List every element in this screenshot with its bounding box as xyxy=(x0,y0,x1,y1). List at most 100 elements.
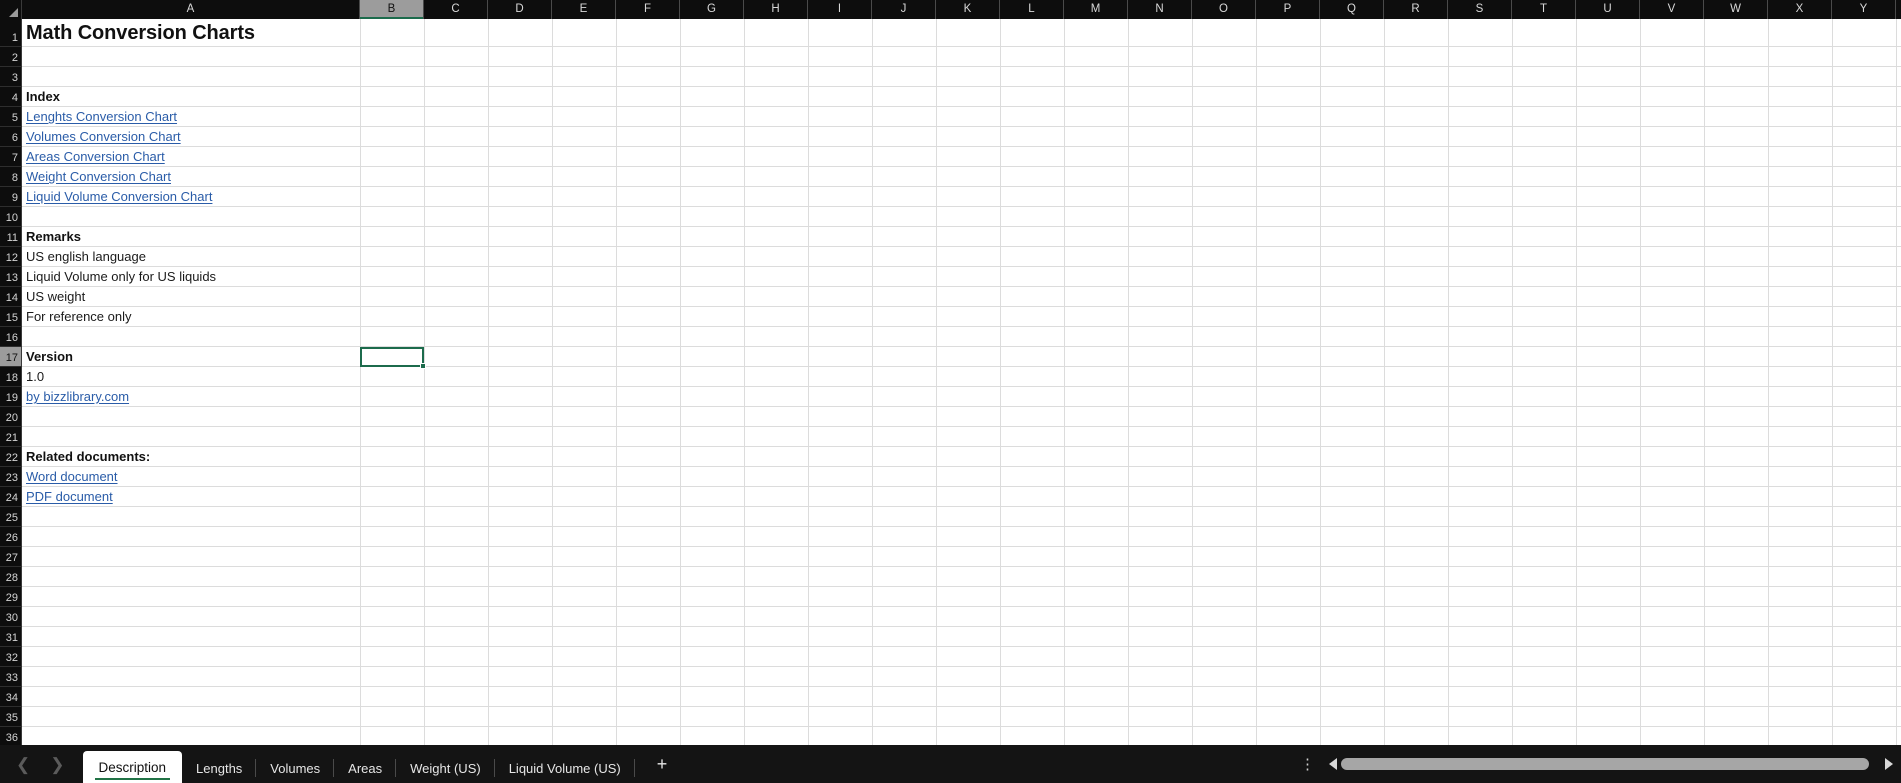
cell-a5[interactable]: Lenghts Conversion Chart xyxy=(26,109,177,124)
row-header-2[interactable]: 2 xyxy=(0,47,22,67)
column-header-r[interactable]: R xyxy=(1384,0,1448,19)
grid-row-17[interactable]: Version xyxy=(22,347,1901,367)
row-header-22[interactable]: 22 xyxy=(0,447,22,467)
grid-row-2[interactable] xyxy=(22,47,1901,67)
column-header-z-partial[interactable] xyxy=(1896,0,1901,19)
column-header-d[interactable]: D xyxy=(488,0,552,19)
row-header-8[interactable]: 8 xyxy=(0,167,22,187)
grid-row-3[interactable] xyxy=(22,67,1901,87)
cell-a7[interactable]: Areas Conversion Chart xyxy=(26,149,165,164)
grid-row-8[interactable]: Weight Conversion Chart xyxy=(22,167,1901,187)
column-header-y[interactable]: Y xyxy=(1832,0,1896,19)
chevron-right-icon[interactable]: ❯ xyxy=(50,756,64,773)
horizontal-scrollbar-thumb[interactable] xyxy=(1341,758,1869,770)
select-all-corner[interactable] xyxy=(0,0,22,19)
row-header-19[interactable]: 19 xyxy=(0,387,22,407)
row-header-3[interactable]: 3 xyxy=(0,67,22,87)
column-header-a[interactable]: A xyxy=(22,0,360,19)
kebab-menu-icon[interactable]: ⋮ xyxy=(1286,757,1329,772)
row-header-34[interactable]: 34 xyxy=(0,687,22,707)
grid-row-32[interactable] xyxy=(22,647,1901,667)
scroll-right-arrow-icon[interactable] xyxy=(1885,758,1893,770)
scroll-left-arrow-icon[interactable] xyxy=(1329,758,1337,770)
sheet-tab-volumes[interactable]: Volumes xyxy=(256,753,335,783)
grid-row-29[interactable] xyxy=(22,587,1901,607)
column-header-c[interactable]: C xyxy=(424,0,488,19)
column-header-x[interactable]: X xyxy=(1768,0,1832,19)
row-header-23[interactable]: 23 xyxy=(0,467,22,487)
row-header-26[interactable]: 26 xyxy=(0,527,22,547)
row-header-9[interactable]: 9 xyxy=(0,187,22,207)
row-header-28[interactable]: 28 xyxy=(0,567,22,587)
column-header-n[interactable]: N xyxy=(1128,0,1192,19)
row-header-13[interactable]: 13 xyxy=(0,267,22,287)
column-header-j[interactable]: J xyxy=(872,0,936,19)
grid-row-23[interactable]: Word document xyxy=(22,467,1901,487)
grid-row-1[interactable]: Math Conversion Charts xyxy=(22,19,1901,47)
cell-a19[interactable]: by bizzlibrary.com xyxy=(26,389,129,404)
grid-row-5[interactable]: Lenghts Conversion Chart xyxy=(22,107,1901,127)
row-header-7[interactable]: 7 xyxy=(0,147,22,167)
grid-row-22[interactable]: Related documents: xyxy=(22,447,1901,467)
horizontal-scrollbar-track[interactable] xyxy=(1341,757,1881,771)
row-header-18[interactable]: 18 xyxy=(0,367,22,387)
grid-row-6[interactable]: Volumes Conversion Chart xyxy=(22,127,1901,147)
grid-row-10[interactable] xyxy=(22,207,1901,227)
grid-row-30[interactable] xyxy=(22,607,1901,627)
column-header-o[interactable]: O xyxy=(1192,0,1256,19)
grid-row-15[interactable]: For reference only xyxy=(22,307,1901,327)
add-sheet-button[interactable]: + xyxy=(635,749,690,779)
grid-row-11[interactable]: Remarks xyxy=(22,227,1901,247)
column-header-e[interactable]: E xyxy=(552,0,616,19)
row-header-27[interactable]: 27 xyxy=(0,547,22,567)
grid-row-27[interactable] xyxy=(22,547,1901,567)
row-header-16[interactable]: 16 xyxy=(0,327,22,347)
grid-row-33[interactable] xyxy=(22,667,1901,687)
cell-a9[interactable]: Liquid Volume Conversion Chart xyxy=(26,189,212,204)
row-header-11[interactable]: 11 xyxy=(0,227,22,247)
grid-row-28[interactable] xyxy=(22,567,1901,587)
column-header-h[interactable]: H xyxy=(744,0,808,19)
row-header-31[interactable]: 31 xyxy=(0,627,22,647)
grid-row-19[interactable]: by bizzlibrary.com xyxy=(22,387,1901,407)
row-header-29[interactable]: 29 xyxy=(0,587,22,607)
row-header-25[interactable]: 25 xyxy=(0,507,22,527)
row-header-36[interactable]: 36 xyxy=(0,727,22,745)
chevron-left-icon[interactable]: ❮ xyxy=(16,756,30,773)
row-header-20[interactable]: 20 xyxy=(0,407,22,427)
row-header-12[interactable]: 12 xyxy=(0,247,22,267)
sheet-tab-lengths[interactable]: Lengths xyxy=(182,753,257,783)
fill-handle[interactable] xyxy=(420,363,426,369)
grid-row-21[interactable] xyxy=(22,427,1901,447)
row-header-30[interactable]: 30 xyxy=(0,607,22,627)
column-header-k[interactable]: K xyxy=(936,0,1000,19)
sheet-tab-liquid-volume-us[interactable]: Liquid Volume (US) xyxy=(495,753,635,783)
row-header-14[interactable]: 14 xyxy=(0,287,22,307)
row-header-24[interactable]: 24 xyxy=(0,487,22,507)
column-header-b[interactable]: B xyxy=(360,0,424,19)
row-header-5[interactable]: 5 xyxy=(0,107,22,127)
column-header-q[interactable]: Q xyxy=(1320,0,1384,19)
cell-a8[interactable]: Weight Conversion Chart xyxy=(26,169,171,184)
row-header-1[interactable]: 1 xyxy=(0,19,22,47)
grid-row-31[interactable] xyxy=(22,627,1901,647)
grid-row-26[interactable] xyxy=(22,527,1901,547)
row-header-10[interactable]: 10 xyxy=(0,207,22,227)
grid-row-16[interactable] xyxy=(22,327,1901,347)
grid-row-4[interactable]: Index xyxy=(22,87,1901,107)
row-header-35[interactable]: 35 xyxy=(0,707,22,727)
cell-a6[interactable]: Volumes Conversion Chart xyxy=(26,129,181,144)
grid-row-35[interactable] xyxy=(22,707,1901,727)
column-header-u[interactable]: U xyxy=(1576,0,1640,19)
row-header-6[interactable]: 6 xyxy=(0,127,22,147)
row-header-4[interactable]: 4 xyxy=(0,87,22,107)
cell-a24[interactable]: PDF document xyxy=(26,489,113,504)
column-header-w[interactable]: W xyxy=(1704,0,1768,19)
column-header-i[interactable]: I xyxy=(808,0,872,19)
grid-row-13[interactable]: Liquid Volume only for US liquids xyxy=(22,267,1901,287)
grid-row-25[interactable] xyxy=(22,507,1901,527)
sheet-tab-description[interactable]: Description xyxy=(82,751,183,783)
grid-row-24[interactable]: PDF document xyxy=(22,487,1901,507)
grid-row-36[interactable] xyxy=(22,727,1901,745)
grid-row-34[interactable] xyxy=(22,687,1901,707)
